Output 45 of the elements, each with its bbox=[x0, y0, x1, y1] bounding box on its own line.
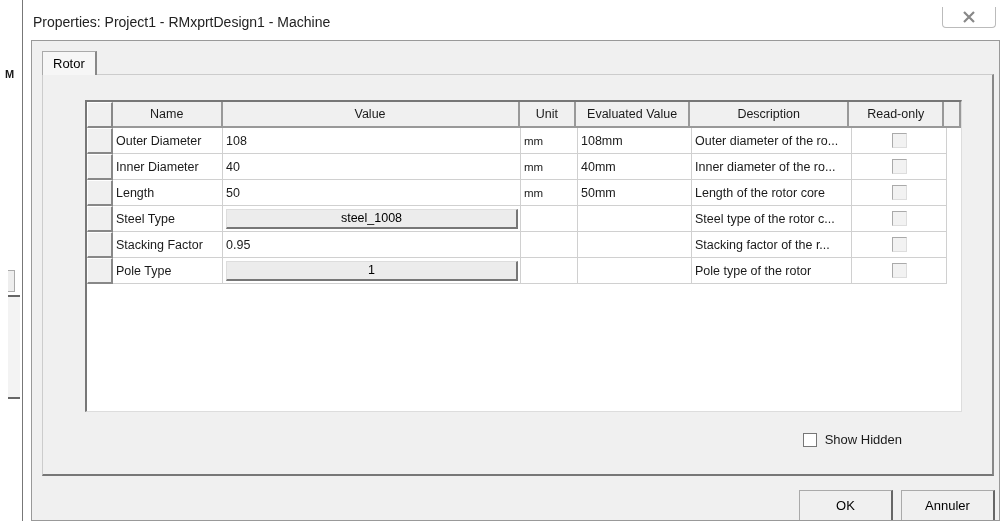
table-cell: mm bbox=[521, 180, 578, 206]
row-header[interactable] bbox=[87, 180, 113, 206]
table-cell: Stacking factor of the r... bbox=[692, 232, 852, 258]
close-icon bbox=[962, 11, 976, 23]
tab[interactable]: Rotor bbox=[42, 51, 97, 75]
table-cell: mm bbox=[521, 154, 578, 180]
table-cell: Stacking Factor bbox=[113, 232, 223, 258]
table-cell[interactable]: 0.95 bbox=[226, 237, 251, 252]
table-cell: Inner Diameter bbox=[113, 154, 223, 180]
table-cell[interactable]: 108 bbox=[226, 133, 247, 148]
column-header[interactable]: Name bbox=[112, 102, 223, 128]
dialog-button[interactable]: Annuler bbox=[901, 490, 995, 520]
table-cell: Inner diameter of the ro... bbox=[692, 154, 852, 180]
window-title: Properties: Project1 - RMxprtDesign1 - Machine bbox=[33, 14, 331, 30]
table-cell: Pole type of the rotor bbox=[692, 258, 852, 284]
table-cell: Outer Diameter bbox=[113, 128, 223, 154]
value-button[interactable]: steel_1008 bbox=[226, 208, 518, 229]
show-hidden-checkbox[interactable]: Show Hidden bbox=[802, 432, 902, 447]
row-header[interactable] bbox=[87, 154, 113, 180]
table-cell: 108mm bbox=[578, 128, 692, 154]
table-cell: mm bbox=[521, 128, 578, 154]
column-header[interactable]: Read-only bbox=[849, 102, 945, 128]
row-header[interactable] bbox=[87, 206, 113, 232]
table-cell[interactable]: 50 bbox=[226, 185, 240, 200]
column-header[interactable]: Unit bbox=[519, 102, 577, 128]
table-cell: Length bbox=[113, 180, 223, 206]
column-header[interactable]: Value bbox=[222, 102, 520, 128]
table-cell: Steel Type bbox=[113, 206, 223, 232]
table-cell: Steel type of the rotor c... bbox=[692, 206, 852, 232]
table-cell: 50mm bbox=[578, 180, 692, 206]
background-text: M bbox=[5, 68, 14, 80]
value-button[interactable]: 1 bbox=[226, 260, 518, 281]
table-cell: 40mm bbox=[578, 154, 692, 180]
close-button[interactable] bbox=[942, 7, 996, 28]
row-header[interactable] bbox=[87, 232, 113, 258]
table-cell: Outer diameter of the ro... bbox=[692, 128, 852, 154]
column-header[interactable]: Description bbox=[689, 102, 850, 128]
dialog-button[interactable]: OK bbox=[799, 490, 893, 520]
table-cell: Pole Type bbox=[113, 258, 223, 284]
column-header[interactable]: Evaluated Value bbox=[576, 102, 690, 128]
row-header[interactable] bbox=[87, 128, 113, 154]
table-cell: Length of the rotor core bbox=[692, 180, 852, 206]
column-header bbox=[944, 102, 961, 128]
table-cell[interactable]: 40 bbox=[226, 159, 240, 174]
row-header[interactable] bbox=[87, 258, 113, 284]
